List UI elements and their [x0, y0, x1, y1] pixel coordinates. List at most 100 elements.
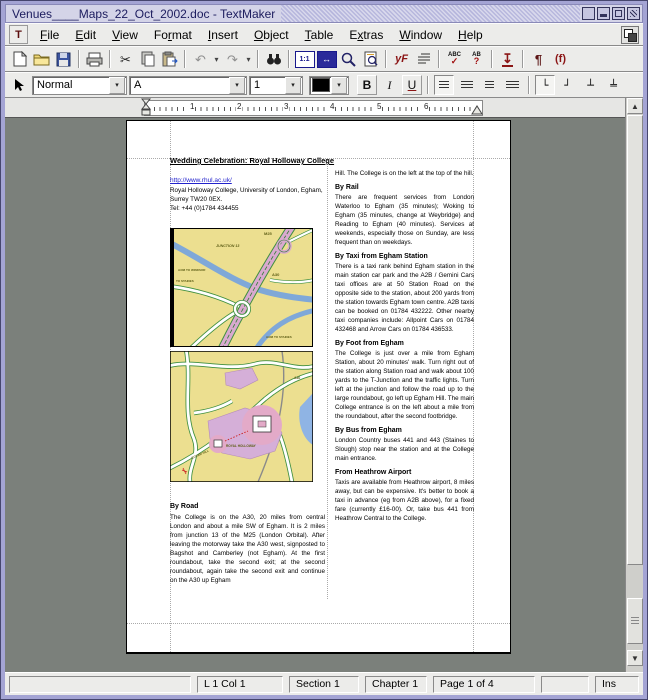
scroll-down-button[interactable]: ▼: [627, 650, 643, 666]
zoom-button[interactable]: [338, 49, 359, 70]
menu-help[interactable]: Help: [450, 26, 491, 44]
textmaker-window: Venues____Maps_22_Oct_2002.doc - TextMak…: [0, 0, 648, 700]
underline-button[interactable]: U: [402, 75, 422, 95]
page[interactable]: Wedding Celebration: Royal Holloway Coll…: [126, 120, 511, 654]
redo-dropdown[interactable]: ▾: [244, 55, 253, 64]
document-workspace[interactable]: Wedding Celebration: Royal Holloway Coll…: [5, 118, 627, 674]
field-icon: (f): [555, 54, 566, 65]
align-right-button[interactable]: [456, 75, 477, 96]
maximize-button[interactable]: [612, 7, 625, 20]
menu-edit[interactable]: Edit: [67, 26, 104, 44]
standard-toolbar: ✂ ↶ ▾ ↷ ▾ 1:1 ↔ yF ABC✓: [5, 46, 643, 72]
align-justify-button[interactable]: [502, 75, 523, 96]
italic-button[interactable]: I: [379, 75, 400, 96]
spell-check-icon: ABC✓: [448, 52, 461, 66]
font-color-select[interactable]: ▾: [309, 76, 349, 95]
scroll-up-button[interactable]: ▲: [627, 98, 643, 114]
status-chapter-cell[interactable]: Chapter 1: [365, 676, 427, 693]
by-rail-text: There are frequent services from London …: [335, 193, 474, 247]
font-size-select[interactable]: 1 ▾: [249, 76, 303, 95]
horizontal-ruler[interactable]: 1 2 3 4 5 6: [144, 100, 483, 116]
paragraph-style-button[interactable]: [413, 49, 434, 70]
college-link[interactable]: http://www.rhul.ac.uk/: [170, 176, 325, 186]
menu-window[interactable]: Window: [391, 26, 450, 44]
spell-check-button[interactable]: ABC✓: [444, 49, 465, 70]
tab-right-button[interactable]: ┘: [557, 75, 578, 96]
find-button[interactable]: [263, 49, 284, 70]
paragraph-style-select[interactable]: Normal ▾: [32, 76, 127, 95]
menu-view[interactable]: View: [104, 26, 146, 44]
object-pointer-button[interactable]: [9, 75, 30, 96]
close-button[interactable]: [627, 7, 640, 20]
menu-extras[interactable]: Extras: [341, 26, 391, 44]
status-insert-mode-cell[interactable]: Ins: [595, 676, 639, 693]
tab-center-button[interactable]: ┴: [580, 75, 601, 96]
scrollbar-split-grip[interactable]: [627, 598, 643, 644]
zoom-actual-button[interactable]: 1:1: [294, 49, 315, 70]
ruler-number: 6: [423, 102, 429, 111]
indent-marker-right[interactable]: [471, 104, 483, 116]
paste-icon: [162, 51, 178, 67]
menu-file[interactable]: File: [32, 26, 67, 44]
ruler-number: 3: [283, 102, 289, 111]
app-icon[interactable]: T: [9, 25, 28, 44]
character-style-button[interactable]: yF: [391, 49, 412, 70]
chevron-down-icon: ▾: [229, 77, 245, 94]
formatting-marks-button[interactable]: ¶: [528, 49, 549, 70]
menu-object[interactable]: Object: [246, 26, 297, 44]
window-menu-button[interactable]: [582, 7, 595, 20]
align-justify-icon: [506, 81, 519, 90]
title-bar[interactable]: Venues____Maps_22_Oct_2002.doc - TextMak…: [5, 4, 643, 23]
margin-guide-bottom: [127, 623, 510, 624]
font-name-select[interactable]: A ▾: [129, 76, 247, 95]
status-bar: L 1 Col 1 Section 1 Chapter 1 Page 1 of …: [5, 672, 643, 695]
save-button[interactable]: [53, 49, 74, 70]
copy-icon: [141, 51, 155, 67]
status-message-cell: [9, 676, 191, 693]
open-button[interactable]: [31, 49, 52, 70]
new-document-button[interactable]: [9, 49, 30, 70]
indent-marker-left[interactable]: [141, 98, 153, 118]
document-restore-button[interactable]: [621, 26, 639, 44]
undo-dropdown[interactable]: ▾: [212, 55, 221, 64]
status-section-cell[interactable]: Section 1: [289, 676, 359, 693]
cut-button[interactable]: ✂: [115, 49, 136, 70]
minimize-button[interactable]: [597, 7, 610, 20]
status-page-cell[interactable]: Page 1 of 4: [433, 676, 535, 693]
import-arrow-icon: ↧: [502, 52, 513, 67]
align-left-icon: [439, 81, 449, 90]
thesaurus-button[interactable]: AB?: [466, 49, 487, 70]
junction-map-image[interactable]: M25 JUNCTION 13 A30 A308 TO WINDSOR TO S…: [170, 228, 313, 347]
align-center-button[interactable]: [479, 75, 500, 96]
redo-button[interactable]: ↷: [222, 49, 243, 70]
menu-insert[interactable]: Insert: [200, 26, 246, 44]
field-button[interactable]: (f): [550, 49, 571, 70]
copy-button[interactable]: [137, 49, 158, 70]
toolbar-separator: [491, 50, 493, 68]
print-button[interactable]: [84, 49, 105, 70]
fit-width-button[interactable]: ↔: [316, 49, 337, 70]
campus-map-image[interactable]: ROYAL HOLLOWAY EGHAM HILL A30: [170, 351, 313, 482]
pilcrow-icon: ¶: [535, 53, 542, 66]
by-taxi-text: There is a taxi rank behind Egham statio…: [335, 262, 474, 334]
align-left-button[interactable]: [434, 75, 454, 95]
pointer-arrow-icon: [14, 78, 25, 92]
paste-button[interactable]: [159, 49, 180, 70]
status-line-col-cell[interactable]: L 1 Col 1: [197, 676, 283, 693]
toolbar-separator: [78, 50, 80, 68]
toolbar-separator: [427, 76, 429, 94]
menu-format[interactable]: Format: [146, 26, 200, 44]
menu-table[interactable]: Table: [297, 26, 342, 44]
tab-decimal-button[interactable]: ╧: [603, 75, 624, 96]
tab-left-button[interactable]: └: [535, 75, 555, 95]
ruler-number: 1: [189, 102, 195, 111]
import-button[interactable]: ↧: [497, 49, 518, 70]
by-taxi-heading: By Taxi from Egham Station: [335, 252, 474, 262]
align-right-icon: [461, 81, 473, 90]
ruler-number: 4: [329, 102, 335, 111]
scrollbar-thumb[interactable]: [627, 115, 643, 565]
vertical-scrollbar[interactable]: ▲ ▼: [625, 98, 643, 674]
print-preview-button[interactable]: [360, 49, 381, 70]
bold-button[interactable]: B: [357, 75, 377, 95]
undo-button[interactable]: ↶: [190, 49, 211, 70]
